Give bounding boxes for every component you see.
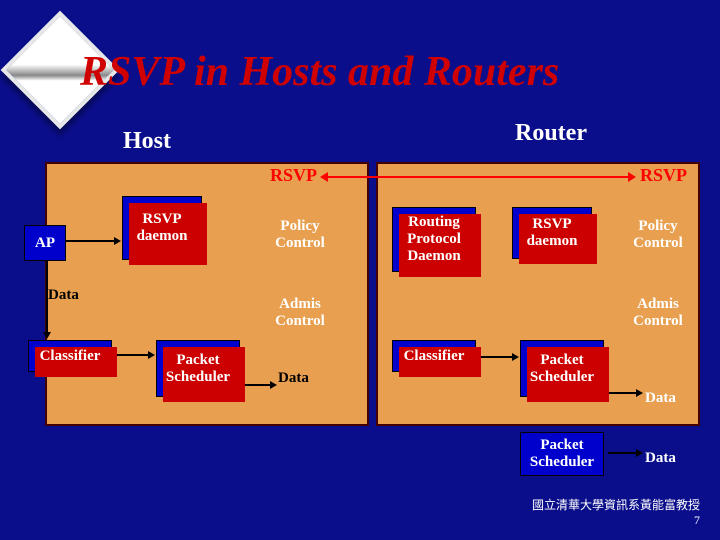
rsvp-label-host: RSVP [270,165,317,186]
router-policy-label: Policy Control [618,218,698,252]
host-rsvp-daemon-box: RSVP daemon [122,196,202,260]
data-host-out-label: Data [278,370,309,387]
router-classifier-box: Classifier [392,340,476,372]
routing-daemon-box: Routing Protocol Daemon [392,207,476,272]
router-scheduler-box: Packet Scheduler [520,340,604,397]
arrow-r-out1 [608,392,636,394]
router-admis-label: Admis Control [618,296,698,330]
rsvp-label-router: RSVP [640,165,687,186]
router-scheduler2-box: Packet Scheduler [520,432,604,476]
page-number: 7 [694,513,700,527]
router-rsvp-daemon-box: RSVP daemon [512,207,592,259]
router-label: Router [515,120,587,147]
arrow-classifier-sched [116,354,148,356]
footer-text: 國立清華大學資訊系黃能富教授 [532,498,700,512]
host-policy-label: Policy Control [260,218,340,252]
ap-box: AP [24,225,66,261]
arrow-r-out2 [608,452,636,454]
host-admis-label: Admis Control [260,296,340,330]
arrow-ap-daemon [66,240,114,242]
arrow-host-out [244,384,270,386]
arrow-r-classifier-sched [480,356,512,358]
footer: 國立清華大學資訊系黃能富教授 7 [532,496,700,528]
data-final-label: Data [645,450,676,467]
data-router-out-label: Data [645,390,676,407]
slide-title: RSVP in Hosts and Routers [80,48,559,96]
host-scheduler-box: Packet Scheduler [156,340,240,397]
host-label: Host [123,128,171,155]
host-classifier-box: Classifier [28,340,112,372]
arrow-ap-down [46,258,48,332]
data-in-label: Data [48,287,79,304]
rsvp-connection-arrow [328,176,628,178]
